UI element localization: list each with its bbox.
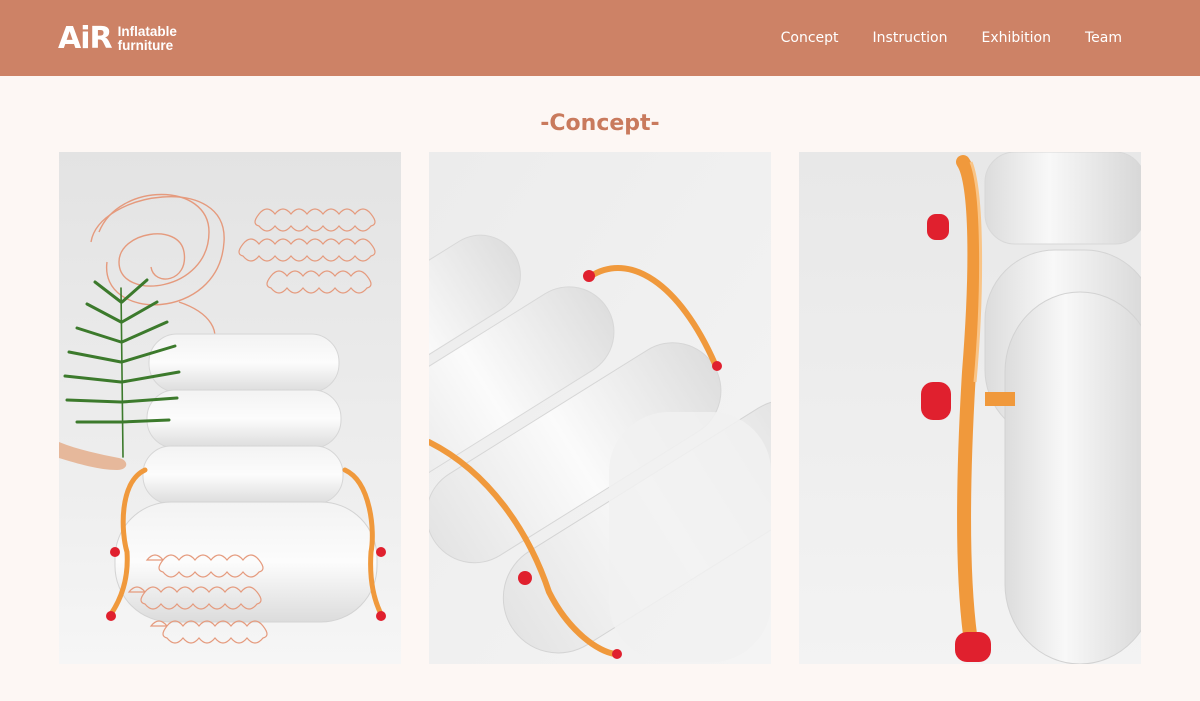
side-frame-photo-illustration	[799, 152, 1141, 664]
nav-link-concept[interactable]: Concept	[781, 29, 839, 47]
chair-photo-illustration	[59, 152, 401, 664]
brand-logo[interactable]: AiR Inflatable furniture	[58, 22, 177, 56]
main-nav: Concept Instruction Exhibition Team	[781, 29, 1122, 47]
logo-tagline-line2: furniture	[117, 38, 174, 53]
nav-link-exhibition[interactable]: Exhibition	[981, 29, 1051, 47]
section-title: -Concept-	[540, 111, 660, 137]
gallery-image-chair[interactable]	[59, 152, 401, 664]
nav-link-instruction[interactable]: Instruction	[873, 29, 948, 47]
logo-mark: AiR	[58, 21, 113, 56]
logo-tagline-line1: Inflatable	[117, 24, 177, 39]
nav-link-team[interactable]: Team	[1085, 29, 1122, 47]
logo-tagline: Inflatable furniture	[118, 25, 177, 53]
site-header: AiR Inflatable furniture Concept Instruc…	[0, 0, 1200, 76]
gallery-image-armrest[interactable]	[429, 152, 771, 664]
gallery-image-side-frame[interactable]	[799, 152, 1141, 664]
armrest-photo-illustration	[429, 152, 771, 664]
